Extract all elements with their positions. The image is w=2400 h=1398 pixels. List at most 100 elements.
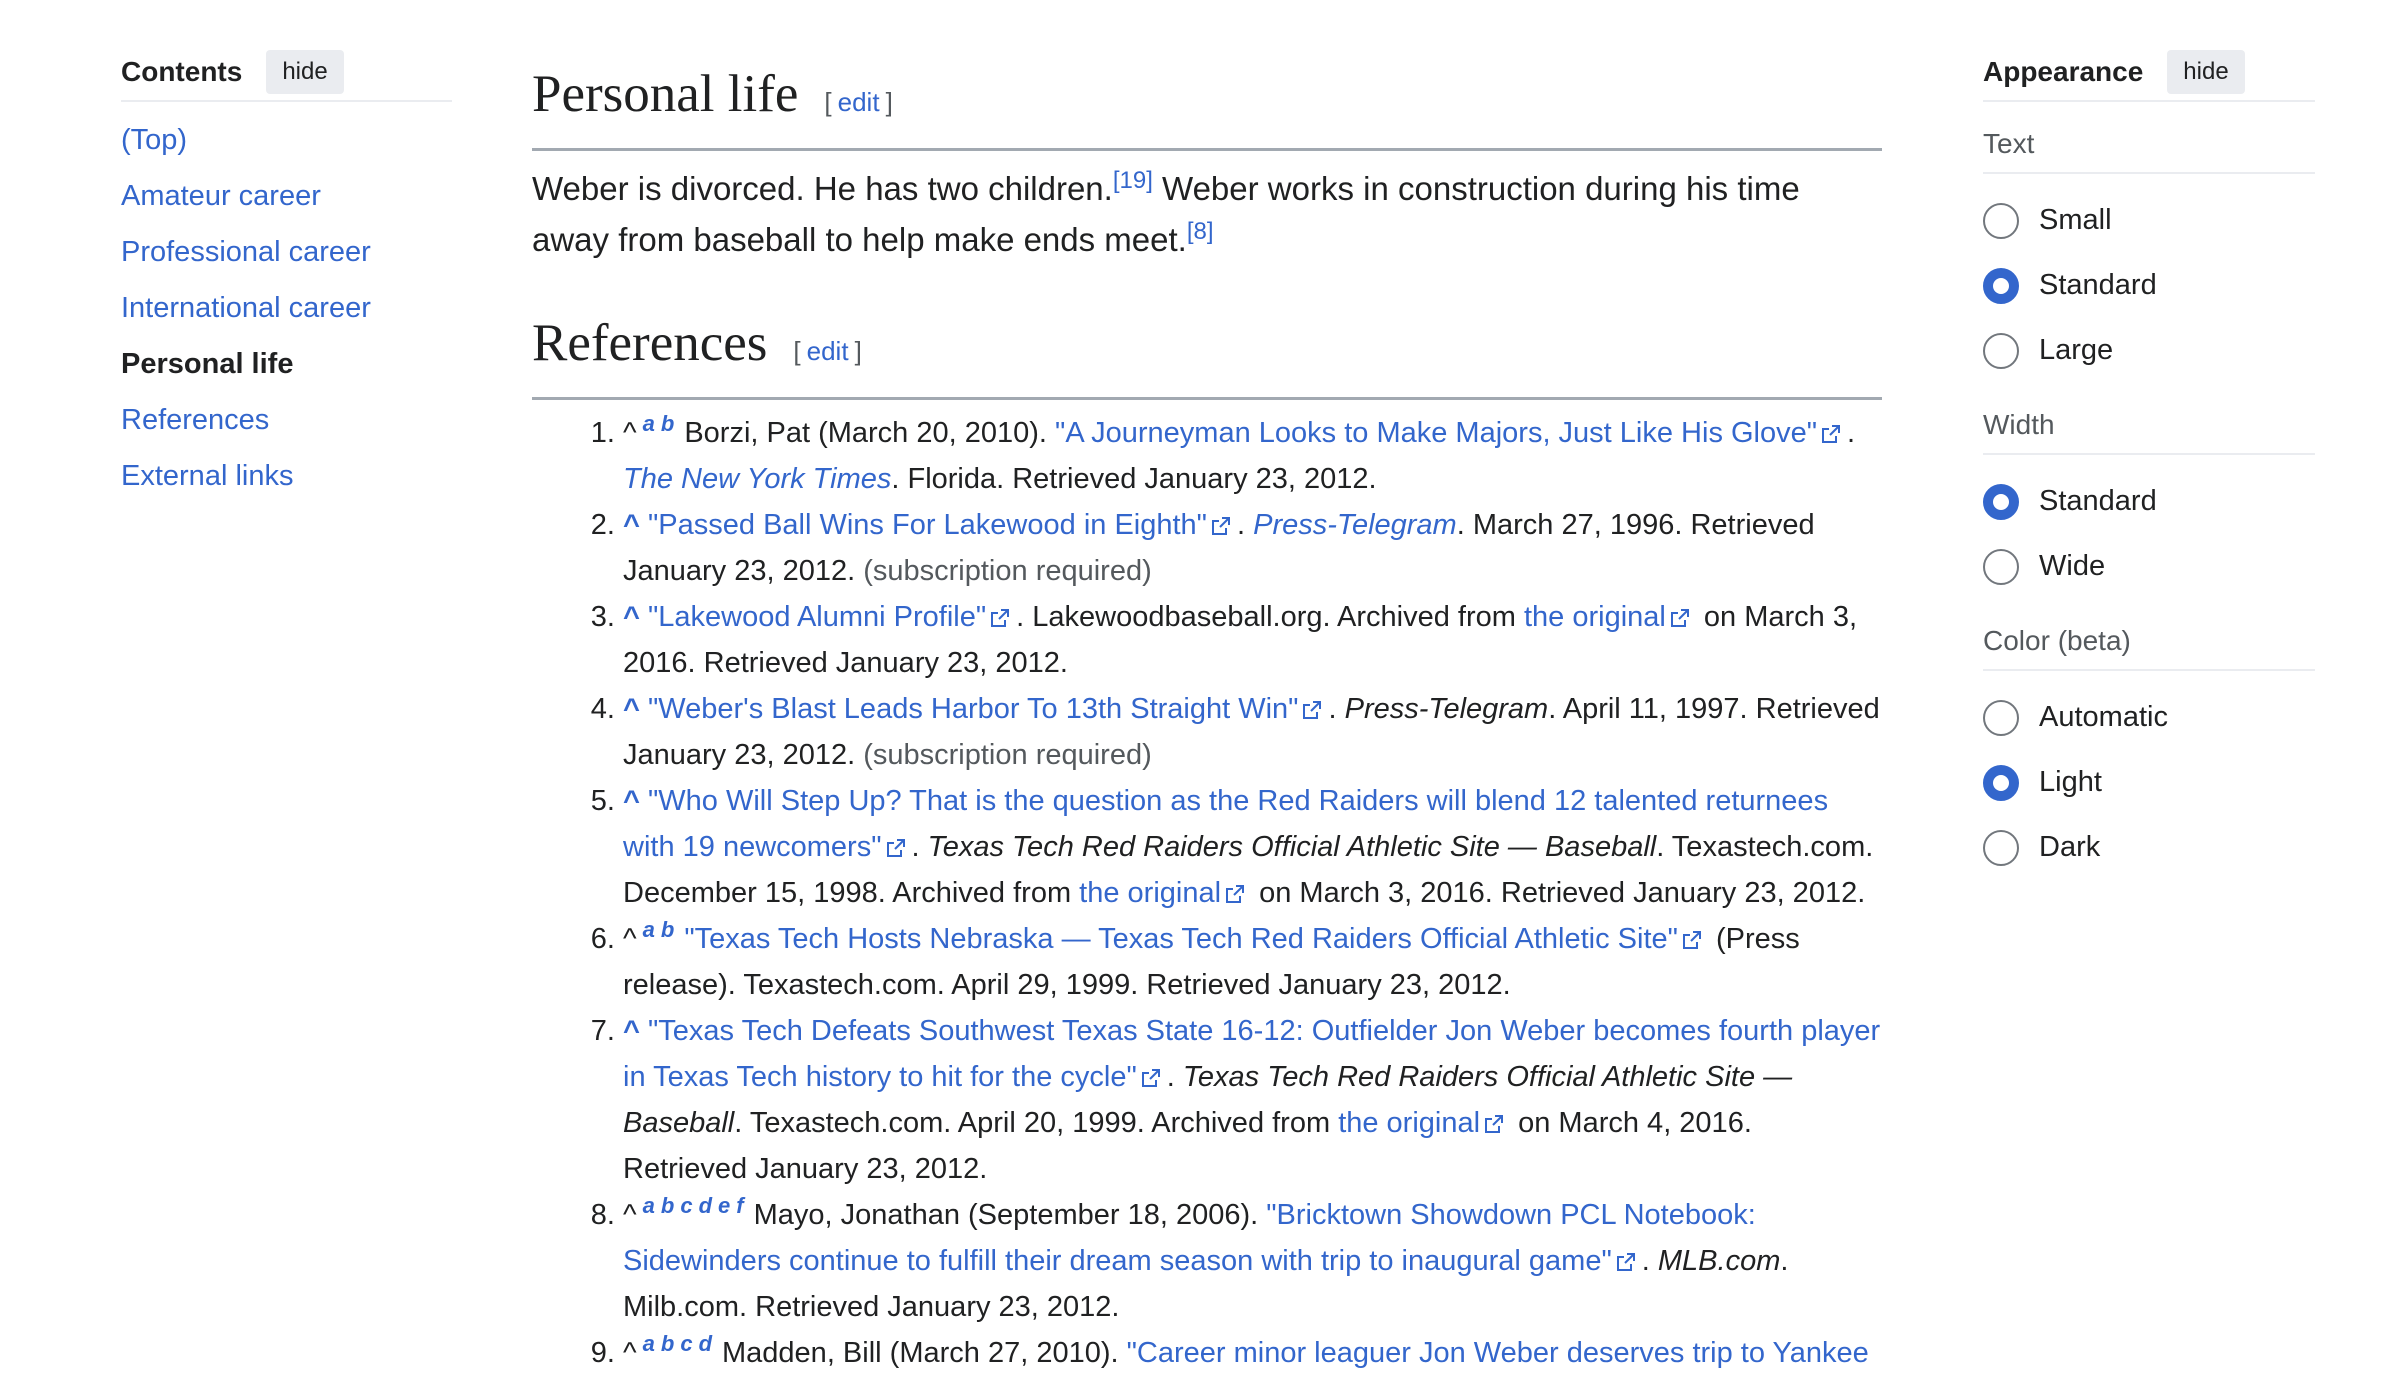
archived-original-link[interactable]: the original — [1338, 1107, 1480, 1139]
width-option-standard[interactable]: Standard — [1983, 469, 2315, 534]
edit-section: [edit] — [824, 70, 892, 134]
back-link[interactable]: b — [661, 1193, 674, 1218]
back-link[interactable]: ^ — [623, 1015, 640, 1047]
back-link[interactable]: ^ — [623, 509, 640, 541]
back-link[interactable]: b — [661, 411, 674, 436]
radio-button[interactable] — [1983, 699, 2019, 736]
appearance-header: Appearance hide — [1983, 44, 2315, 102]
subscription-note: (subscription required) — [863, 555, 1152, 587]
back-link[interactable]: d — [699, 1193, 712, 1218]
color-option-automatic[interactable]: Automatic — [1983, 685, 2315, 750]
reference-publisher: MLB.com — [1657, 1245, 1781, 1277]
width-option-wide[interactable]: Wide — [1983, 534, 2315, 599]
back-link[interactable]: c — [680, 1193, 692, 1218]
back-link[interactable]: d — [699, 1331, 712, 1356]
reference-title-link[interactable]: "Passed Ball Wins For Lakewood in Eighth… — [648, 509, 1207, 541]
back-link[interactable]: b — [661, 1331, 674, 1356]
external-link-icon — [1670, 609, 1689, 627]
back-links: abcdef — [643, 1193, 750, 1218]
edit-bracket-close: ] — [854, 336, 862, 366]
appearance-panel: Appearance hide Text Small Standard Large … — [1983, 44, 2315, 904]
reference-meta: . Lakewoodbaseball.org. Archived from — [1016, 601, 1524, 633]
toc-item-international-career[interactable]: International career — [121, 290, 452, 326]
reference-publisher[interactable]: Press-Telegram — [1253, 509, 1457, 541]
toc-header: Contents hide — [121, 44, 452, 102]
back-link[interactable]: a — [643, 1331, 655, 1356]
toc-item-personal-life[interactable]: Personal life — [121, 346, 452, 382]
radio-button[interactable] — [1983, 548, 2019, 585]
toc-item-top[interactable]: (Top) — [121, 122, 452, 158]
reference-meta: . Florida. Retrieved January 23, 2012. — [891, 463, 1377, 495]
radio-button[interactable] — [1983, 483, 2019, 520]
text-size-label: Text — [1983, 126, 2315, 174]
radio-button[interactable] — [1983, 764, 2019, 801]
external-link-icon — [1303, 701, 1322, 719]
reference-publisher: Press-Telegram — [1344, 693, 1549, 725]
edit-personal-life-link[interactable]: edit — [838, 87, 880, 117]
appearance-title: Appearance — [1983, 56, 2144, 87]
text-size-option-large[interactable]: Large — [1983, 318, 2315, 383]
reference-author: Borzi, Pat (March 20, 2010). — [684, 417, 1056, 449]
toc-item-references[interactable]: References — [121, 402, 452, 438]
option-label: Light — [2039, 766, 2102, 798]
toc-item-external-links[interactable]: External links — [121, 458, 452, 494]
color-option-light[interactable]: Light — [1983, 750, 2315, 815]
citation-link[interactable]: [8] — [1187, 218, 1214, 245]
reference-title-link[interactable]: "Texas Tech Hosts Nebraska — Texas Tech … — [684, 923, 1678, 955]
back-link[interactable]: f — [736, 1193, 743, 1218]
back-link[interactable]: ^ — [623, 601, 640, 633]
toc-title: Contents — [121, 56, 243, 87]
reference-publisher[interactable]: The New York Times — [623, 463, 891, 495]
back-link[interactable]: a — [643, 917, 655, 942]
reference-meta: on March 3, 2016. Retrieved January 23, … — [1251, 877, 1866, 909]
toc-item-professional-career[interactable]: Professional career — [121, 234, 452, 270]
caret-mark: ^ — [623, 417, 637, 449]
radio-button[interactable] — [1983, 829, 2019, 866]
external-link-icon — [991, 609, 1010, 627]
reference-title-link[interactable]: "Career minor leaguer Jon Weber deserves… — [1127, 1337, 1869, 1369]
radio-button[interactable] — [1983, 332, 2019, 369]
reference-title-link[interactable]: "Lakewood Alumni Profile" — [648, 601, 986, 633]
edit-bracket-close: ] — [885, 87, 893, 117]
external-link-icon — [1485, 1115, 1504, 1133]
punct: . — [1328, 693, 1345, 725]
toc-item-amateur-career[interactable]: Amateur career — [121, 178, 452, 214]
personal-life-paragraph: Weber is divorced. He has two children.[… — [532, 163, 1882, 265]
back-link[interactable]: b — [661, 917, 674, 942]
appearance-hide-button[interactable]: hide — [2167, 50, 2245, 94]
reference-item: ^ "Texas Tech Defeats Southwest Texas St… — [623, 1008, 1882, 1192]
text-size-option-small[interactable]: Small — [1983, 188, 2315, 253]
punct: . — [1166, 1061, 1183, 1093]
external-link-icon — [1682, 931, 1701, 949]
reference-author: Mayo, Jonathan (September 18, 2006). — [753, 1199, 1267, 1231]
back-link[interactable]: e — [718, 1193, 730, 1218]
radio-button[interactable] — [1983, 202, 2019, 239]
reference-item: ^ "Who Will Step Up? That is the questio… — [623, 778, 1882, 916]
external-link-icon — [1141, 1069, 1160, 1087]
archived-original-link[interactable]: the original — [1524, 601, 1666, 633]
option-label: Large — [2039, 334, 2114, 366]
citation-link[interactable]: [19] — [1113, 167, 1153, 194]
edit-section: [edit] — [793, 319, 861, 383]
back-links: ab — [643, 917, 681, 942]
back-link[interactable]: a — [643, 411, 655, 436]
references-title: References — [532, 314, 768, 372]
back-link[interactable]: ^ — [623, 785, 640, 817]
radio-button[interactable] — [1983, 267, 2019, 304]
archived-original-link[interactable]: the original — [1079, 877, 1221, 909]
reference-item: ^ "Weber's Blast Leads Harbor To 13th St… — [623, 686, 1882, 778]
option-label: Dark — [2039, 831, 2101, 863]
reference-title-link[interactable]: "Weber's Blast Leads Harbor To 13th Stra… — [648, 693, 1298, 725]
back-link[interactable]: a — [643, 1193, 655, 1218]
back-link[interactable]: c — [680, 1331, 692, 1356]
color-option-dark[interactable]: Dark — [1983, 815, 2315, 880]
reference-author: Madden, Bill (March 27, 2010). — [722, 1337, 1127, 1369]
reference-title-link[interactable]: "A Journeyman Looks to Make Majors, Just… — [1055, 417, 1817, 449]
subscription-note: (subscription required) — [863, 739, 1152, 771]
toc-hide-button[interactable]: hide — [266, 50, 344, 94]
text-size-options: Small Standard Large — [1983, 188, 2315, 383]
text-size-option-standard[interactable]: Standard — [1983, 253, 2315, 318]
option-label: Wide — [2039, 550, 2106, 582]
back-link[interactable]: ^ — [623, 693, 640, 725]
edit-references-link[interactable]: edit — [807, 336, 849, 366]
